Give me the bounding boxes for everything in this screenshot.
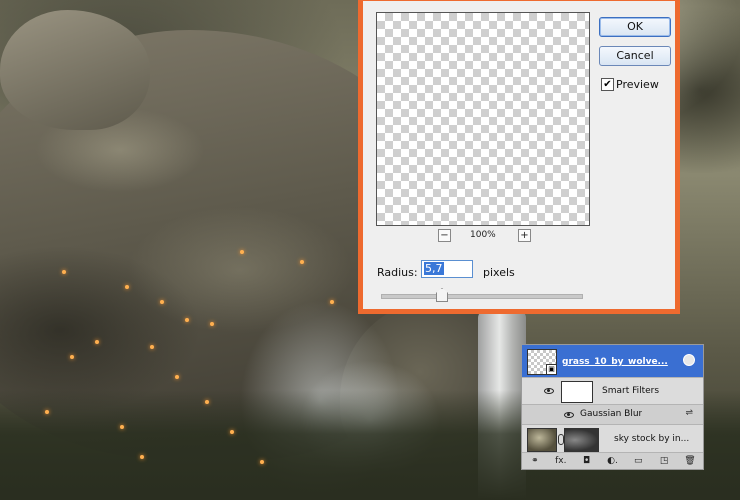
new-layer-icon[interactable]: ◳ <box>657 456 671 466</box>
ember <box>175 375 179 379</box>
radius-unit-label: pixels <box>483 266 515 279</box>
preview-label: Preview <box>616 78 659 91</box>
ember <box>330 300 334 304</box>
ember <box>210 322 214 326</box>
ember <box>300 260 304 264</box>
ember <box>230 430 234 434</box>
filter-mask-thumbnail <box>561 381 593 403</box>
ember <box>120 425 124 429</box>
gaussian-blur-label: Gaussian Blur <box>580 409 643 419</box>
layers-toolbar: ⚭ fx. ◘ ◐. ▭ ◳ 🗑 <box>522 453 703 469</box>
layer-row-smart-filters[interactable]: Smart Filters <box>522 378 703 405</box>
ember <box>160 300 164 304</box>
radius-value: 5,7 <box>424 262 444 275</box>
visibility-eye-icon[interactable] <box>544 388 554 394</box>
ember <box>140 455 144 459</box>
new-group-folder-icon[interactable]: ▭ <box>631 456 645 466</box>
blending-options-icon[interactable]: ⇌ <box>685 408 693 418</box>
visibility-eye-icon[interactable] <box>564 412 574 418</box>
adjustment-layer-icon[interactable]: ◐. <box>605 456 619 466</box>
smart-object-icon: ▣ <box>546 364 557 375</box>
radius-slider-track[interactable] <box>381 294 583 299</box>
layer-mask-thumbnail <box>564 428 599 452</box>
preview-checkbox[interactable]: ✔ <box>601 78 614 91</box>
filter-preview-area[interactable] <box>376 12 590 226</box>
rock-peak <box>0 10 150 130</box>
layer-name: grass_10_by_wolve... <box>562 357 668 367</box>
ember <box>260 460 264 464</box>
ember <box>150 345 154 349</box>
zoom-in-button[interactable]: + <box>518 229 531 242</box>
layer-row-gaussian-blur[interactable]: Gaussian Blur ⇌ <box>522 405 703 425</box>
cancel-button[interactable]: Cancel <box>599 46 671 66</box>
radius-input[interactable]: 5,7 <box>421 260 473 278</box>
radius-label: Radius: <box>377 266 418 279</box>
checkmark-icon: ✔ <box>603 79 612 90</box>
fx-icon[interactable]: fx. <box>554 456 568 466</box>
ember <box>205 400 209 404</box>
ember <box>62 270 66 274</box>
ember <box>240 250 244 254</box>
link-layers-icon[interactable]: ⚭ <box>528 456 542 466</box>
ember <box>125 285 129 289</box>
radius-slider-thumb[interactable] <box>436 288 448 302</box>
layer-row-grass[interactable]: ▣ grass_10_by_wolve... <box>522 345 703 378</box>
zoom-out-button[interactable]: − <box>438 229 451 242</box>
ember <box>70 355 74 359</box>
trash-icon[interactable]: 🗑 <box>683 456 697 466</box>
layer-name: sky stock by in... <box>614 434 690 444</box>
layer-row-sky-stock[interactable]: sky stock by in... <box>522 425 703 453</box>
ember <box>45 410 49 414</box>
gaussian-blur-dialog: − 100% + OK Cancel ✔ Preview Radius: 5,7… <box>358 0 680 314</box>
smart-filter-options-icon[interactable] <box>683 354 695 366</box>
zoom-level-label: 100% <box>470 230 496 240</box>
ok-button[interactable]: OK <box>599 17 671 37</box>
smart-filters-label: Smart Filters <box>602 386 660 396</box>
add-mask-icon[interactable]: ◘ <box>580 456 594 466</box>
ember <box>185 318 189 322</box>
layer-thumbnail <box>527 428 557 452</box>
layers-panel: ▣ grass_10_by_wolve... Smart Filters Gau… <box>521 344 704 470</box>
ember <box>95 340 99 344</box>
